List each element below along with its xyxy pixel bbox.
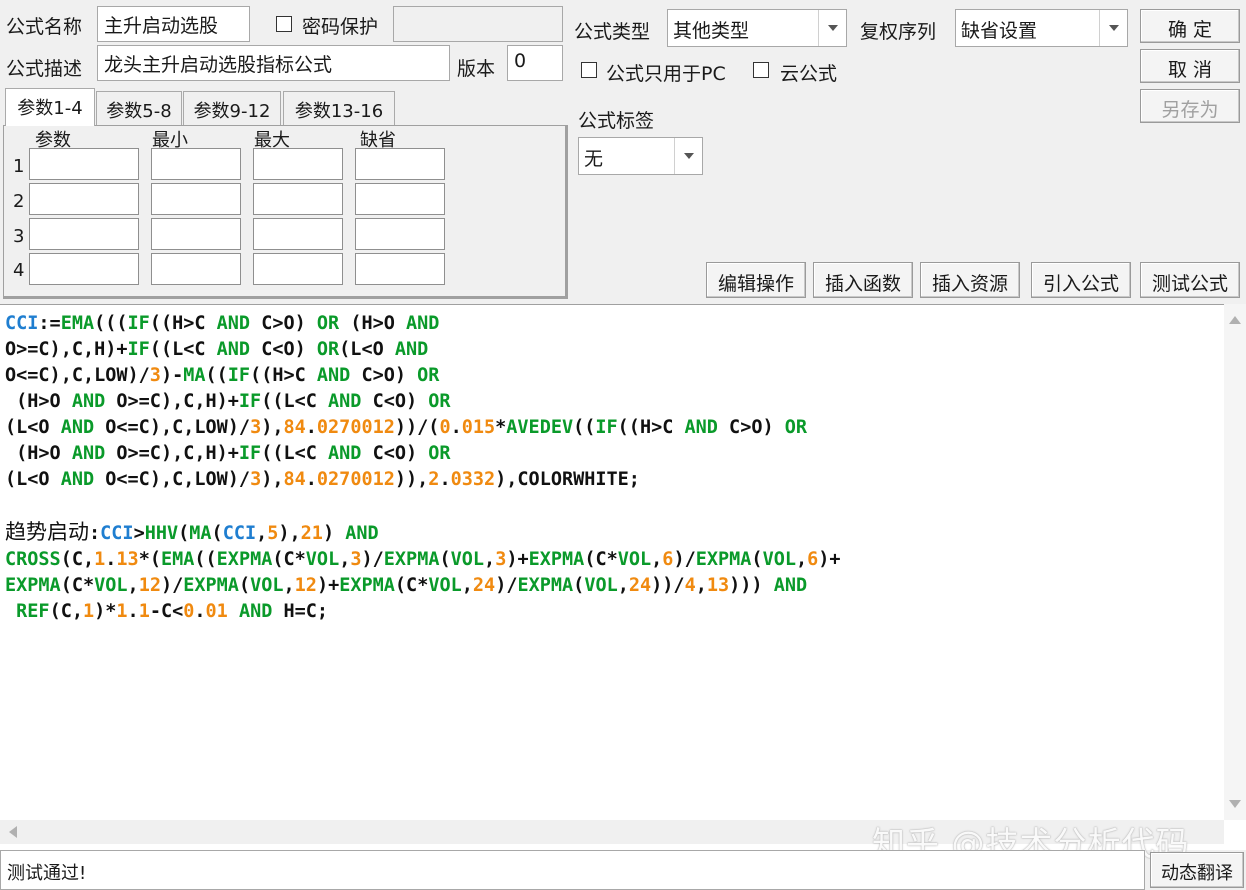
import-formula-button[interactable]: 引入公式 (1031, 262, 1131, 298)
param-3-max[interactable] (253, 218, 343, 250)
chevron-down-icon[interactable] (818, 10, 846, 46)
tab-params-9-12[interactable]: 参数9-12 (183, 91, 281, 125)
cancel-button[interactable]: 取 消 (1140, 49, 1240, 83)
insert-function-button[interactable]: 插入函数 (813, 262, 913, 298)
formula-code-editor[interactable]: CCI:=EMA(((IF((H>C AND C>O) OR (H>O AND … (0, 304, 1246, 850)
cloud-formula-checkbox[interactable] (753, 62, 769, 78)
formula-name-input[interactable]: 主升启动选股 (97, 6, 250, 42)
param-2-default[interactable] (355, 183, 445, 215)
formula-code[interactable]: CCI:=EMA(((IF((H>C AND C>O) OR (H>O AND … (5, 311, 841, 625)
tab-params-5-8[interactable]: 参数5-8 (96, 91, 182, 125)
cloud-formula-label: 云公式 (780, 63, 838, 85)
param-4-name[interactable] (29, 253, 139, 285)
param-row-number: 2 (13, 191, 25, 212)
status-message: 测试通过! (0, 850, 1145, 890)
formula-type-label: 公式类型 (574, 21, 651, 43)
formula-type-select[interactable]: 其他类型 (667, 9, 847, 47)
formula-name-label: 公式名称 (6, 16, 83, 38)
param-3-name[interactable] (29, 218, 139, 250)
formula-tag-label: 公式标签 (578, 110, 655, 132)
version-input[interactable]: 0 (507, 45, 563, 81)
chevron-down-icon[interactable] (1099, 10, 1127, 46)
scroll-up-icon[interactable] (1229, 316, 1241, 324)
scroll-left-icon[interactable] (9, 826, 17, 838)
formula-tag-select[interactable]: 无 (578, 137, 703, 175)
save-as-button[interactable]: 另存为 (1140, 89, 1240, 123)
param-4-min[interactable] (151, 253, 241, 285)
restore-series-select[interactable]: 缺省设置 (955, 9, 1128, 47)
param-1-max[interactable] (253, 148, 343, 180)
edit-operations-button[interactable]: 编辑操作 (706, 262, 806, 298)
param-1-min[interactable] (151, 148, 241, 180)
param-2-max[interactable] (253, 183, 343, 215)
dynamic-translate-button[interactable]: 动态翻译 (1150, 852, 1244, 888)
tab-params-1-4[interactable]: 参数1-4 (5, 88, 95, 126)
param-1-name[interactable] (29, 148, 139, 180)
params-panel: 参数 最小 最大 缺省 1 2 3 4 (3, 125, 568, 299)
param-row-number: 4 (13, 260, 25, 281)
formula-tag-value: 无 (584, 148, 604, 170)
formula-type-value: 其他类型 (673, 20, 750, 42)
vertical-scrollbar[interactable] (1224, 304, 1246, 820)
scroll-down-icon[interactable] (1229, 800, 1241, 808)
password-input[interactable] (393, 6, 563, 42)
insert-resource-button[interactable]: 插入资源 (920, 262, 1020, 298)
version-label: 版本 (457, 58, 496, 80)
param-4-max[interactable] (253, 253, 343, 285)
formula-desc-input[interactable]: 龙头主升启动选股指标公式 (97, 45, 450, 81)
password-checkbox[interactable] (276, 16, 292, 32)
restore-series-value: 缺省设置 (961, 20, 1038, 42)
param-row-number: 1 (13, 156, 25, 177)
param-row-number: 3 (13, 226, 25, 247)
param-1-default[interactable] (355, 148, 445, 180)
password-label: 密码保护 (302, 16, 379, 38)
restore-series-label: 复权序列 (860, 21, 937, 43)
param-4-default[interactable] (355, 253, 445, 285)
pc-only-label: 公式只用于PC (606, 63, 726, 85)
param-3-default[interactable] (355, 218, 445, 250)
formula-desc-label: 公式描述 (6, 58, 83, 80)
ok-button[interactable]: 确 定 (1140, 9, 1240, 43)
chevron-down-icon[interactable] (674, 138, 702, 174)
param-2-name[interactable] (29, 183, 139, 215)
tab-params-13-16[interactable]: 参数13-16 (283, 91, 395, 125)
param-3-min[interactable] (151, 218, 241, 250)
pc-only-checkbox[interactable] (581, 62, 597, 78)
param-2-min[interactable] (151, 183, 241, 215)
test-formula-button[interactable]: 测试公式 (1140, 262, 1240, 298)
